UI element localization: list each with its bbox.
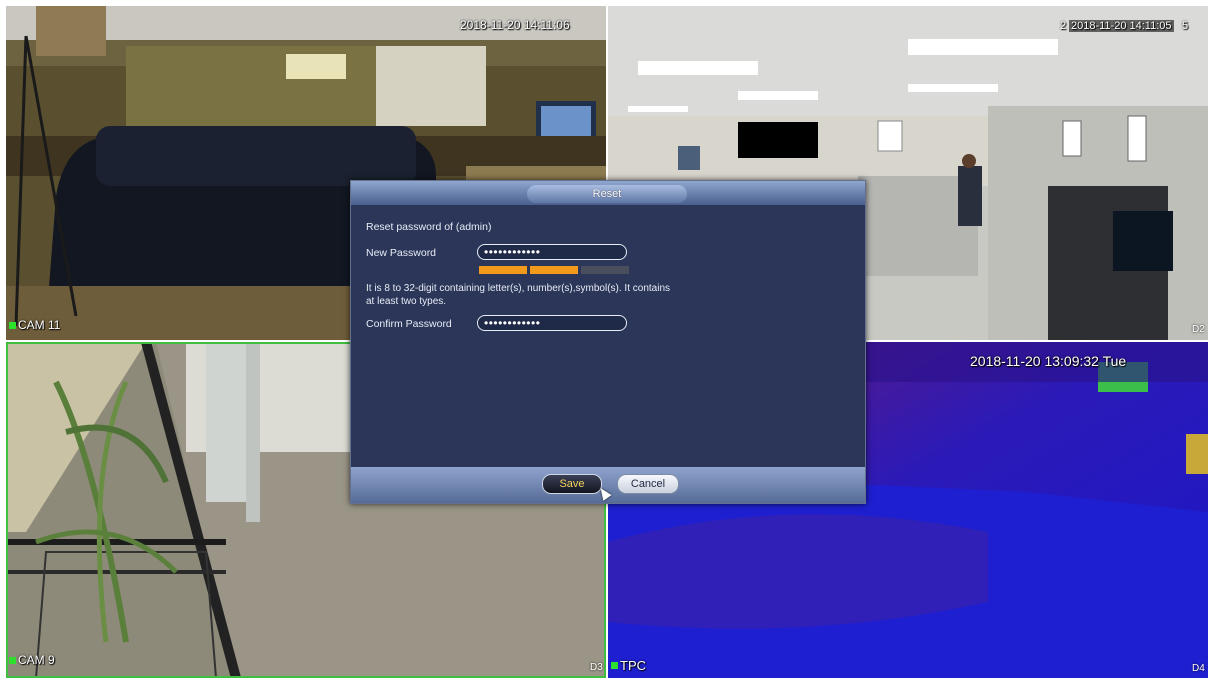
- new-password-field[interactable]: ••••••••••••: [477, 244, 627, 260]
- reset-account-text: Reset password of (admin): [366, 221, 492, 233]
- dialog-footer: [351, 467, 865, 503]
- camera-timestamp: 2018-11-20 14:11:06: [460, 18, 570, 32]
- dialog-body: Reset password of (admin) New Password •…: [351, 205, 865, 467]
- recording-indicator-icon: [9, 321, 16, 329]
- dialog-title: Reset: [527, 185, 687, 203]
- camera-timestamp: 2018-11-20 13:09:32 Tue: [970, 353, 1127, 369]
- password-hint-line1: It is 8 to 32-digit containing letter(s)…: [366, 283, 671, 294]
- new-password-label: New Password: [366, 247, 437, 259]
- recording-indicator-icon: [9, 656, 16, 664]
- recording-indicator-icon: [611, 662, 618, 669]
- channel-label: D2: [1192, 324, 1205, 335]
- channel-label: D4: [1192, 663, 1205, 674]
- strength-bar-3: [581, 266, 629, 274]
- strength-bar-1: [479, 266, 527, 274]
- camera-name: TPC: [620, 658, 646, 673]
- confirm-password-field[interactable]: ••••••••••••: [477, 315, 627, 331]
- password-hint-line2: at least two types.: [366, 296, 447, 307]
- cancel-button[interactable]: Cancel: [617, 474, 679, 494]
- strength-bar-2: [530, 266, 578, 274]
- camera-timestamp: 2018-11-20 14:11:05: [1069, 20, 1174, 32]
- password-strength-meter: [479, 266, 629, 274]
- camera-label: CAM 11: [9, 318, 60, 332]
- camera-label: TPC: [611, 658, 646, 673]
- camera-name: CAM 11: [18, 318, 61, 332]
- reset-password-dialog: Reset Reset password of (admin) New Pass…: [350, 180, 866, 504]
- camera-timestamp-suffix: 5: [1182, 20, 1189, 32]
- save-button[interactable]: Save: [542, 474, 602, 494]
- channel-label: D3: [590, 662, 603, 673]
- camera-label: CAM 9: [9, 653, 55, 667]
- confirm-password-label: Confirm Password: [366, 318, 452, 330]
- camera-name: CAM 9: [18, 653, 55, 667]
- dialog-titlebar: Reset: [351, 181, 865, 205]
- camera-timestamp-prefix: 2: [1060, 20, 1067, 32]
